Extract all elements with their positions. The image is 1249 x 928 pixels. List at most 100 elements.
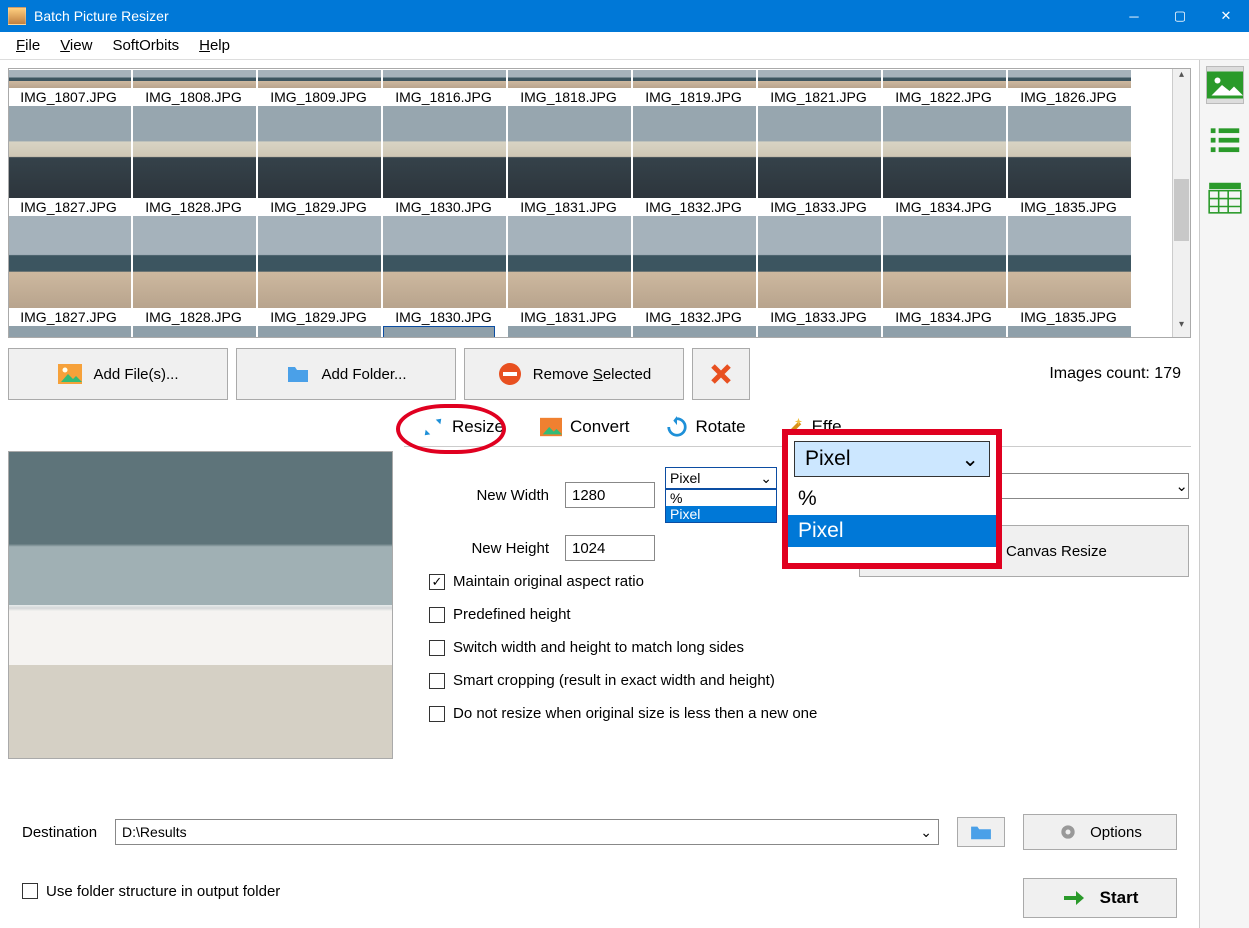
thumbnail-item[interactable]: IMG_1829.JPG: [257, 215, 382, 325]
view-list-button[interactable]: [1206, 122, 1244, 160]
thumbnail-item[interactable]: IMG_1834.JPG: [882, 215, 1007, 325]
remove-selected-button[interactable]: Remove Selected: [464, 348, 684, 400]
thumbnail-item[interactable]: IMG_1826.JPG: [1007, 69, 1132, 105]
thumbnail-item[interactable]: IMG_1833.JPG: [757, 105, 882, 215]
tab-convert[interactable]: Convert: [522, 408, 648, 446]
thumbnail-image: [258, 326, 381, 337]
menu-softorbits[interactable]: SoftOrbits: [102, 32, 189, 59]
thumbnail-image: [1008, 216, 1131, 308]
aspect-checkbox[interactable]: ✓: [429, 574, 445, 590]
thumbnail-item[interactable]: IMG_1828.JPG: [132, 215, 257, 325]
thumbnail-item[interactable]: IMG_1832.JPG: [632, 215, 757, 325]
thumbnail-item[interactable]: IMG_1821.JPG: [757, 69, 882, 105]
add-folder-button[interactable]: Add Folder...: [236, 348, 456, 400]
thumbnail-item[interactable]: IMG_1831.JPG: [507, 215, 632, 325]
thumbnail-item[interactable]: IMG_1816.JPG: [382, 69, 507, 105]
view-thumbnails-button[interactable]: [1206, 66, 1244, 104]
new-height-input[interactable]: [565, 535, 655, 561]
predef-checkbox[interactable]: [429, 607, 445, 623]
switch-checkbox[interactable]: [429, 640, 445, 656]
thumbnail-item[interactable]: [632, 325, 757, 337]
thumbnail-item[interactable]: IMG_1834.JPG: [882, 105, 1007, 215]
thumbnail-item[interactable]: IMG_1829.JPG: [257, 105, 382, 215]
thumbnail-item[interactable]: IMG_1832.JPG: [632, 105, 757, 215]
callout-select[interactable]: Pixel⌄: [794, 441, 990, 477]
tab-resize[interactable]: Resize: [404, 408, 522, 446]
maximize-button[interactable]: ▢: [1157, 0, 1203, 32]
convert-icon: [540, 416, 562, 438]
thumbnail-item[interactable]: IMG_1833.JPG: [757, 215, 882, 325]
thumbnail-item[interactable]: [757, 325, 882, 337]
thumbnail-item[interactable]: IMG_1819.JPG: [632, 69, 757, 105]
scroll-up-icon[interactable]: ▴: [1173, 69, 1190, 87]
switch-label: Switch width and height to match long si…: [453, 639, 744, 656]
grid-scrollbar[interactable]: ▴ ▾: [1172, 69, 1190, 337]
view-calendar-button[interactable]: [1206, 178, 1244, 216]
unit-percent-option[interactable]: %: [666, 490, 776, 506]
remove-all-button[interactable]: [692, 348, 750, 400]
smart-checkbox[interactable]: [429, 673, 445, 689]
thumbnail-image: [133, 70, 256, 88]
thumbnail-item[interactable]: IMG_1830.JPG: [382, 215, 507, 325]
minimize-button[interactable]: ─: [1111, 0, 1157, 32]
tab-rotate[interactable]: Rotate: [648, 408, 764, 446]
thumbnail-image: [883, 70, 1006, 88]
thumbnail-image: [758, 216, 881, 308]
menu-file[interactable]: File: [6, 32, 50, 59]
thumbnail-filename: IMG_1829.JPG: [257, 309, 380, 325]
thumbnail-item[interactable]: [9, 325, 132, 337]
menubar: File View SoftOrbits Help: [0, 32, 1249, 60]
callout-opt-pixel[interactable]: Pixel: [788, 515, 996, 547]
thumbnail-item[interactable]: IMG_1822.JPG: [882, 69, 1007, 105]
menu-help[interactable]: Help: [189, 32, 240, 59]
width-unit-dropdown: % Pixel: [665, 489, 777, 523]
add-files-label: Add File(s)...: [93, 366, 178, 383]
thumbnail-item[interactable]: IMG_1807.JPG: [9, 69, 132, 105]
thumbnail-item[interactable]: [507, 325, 632, 337]
thumbnail-item[interactable]: IMG_1835.JPG: [1007, 105, 1132, 215]
new-width-input[interactable]: [565, 482, 655, 508]
thumbnail-image: [258, 216, 381, 308]
tab-convert-label: Convert: [570, 417, 630, 437]
thumbnail-item[interactable]: IMG_1828.JPG: [132, 105, 257, 215]
thumbnail-image: [508, 106, 631, 198]
thumbnail-image: [133, 326, 256, 337]
start-button[interactable]: Start: [1023, 878, 1177, 918]
thumbnail-filename: IMG_1826.JPG: [1007, 89, 1130, 105]
thumbnail-item[interactable]: IMG_1809.JPG: [257, 69, 382, 105]
image-icon: [57, 362, 83, 386]
noresize-checkbox[interactable]: [429, 706, 445, 722]
folder-struct-checkbox[interactable]: [22, 883, 38, 899]
thumbnail-item[interactable]: [382, 325, 507, 337]
add-files-button[interactable]: Add File(s)...: [8, 348, 228, 400]
menu-view[interactable]: View: [50, 32, 102, 59]
thumbnail-item[interactable]: IMG_1818.JPG: [507, 69, 632, 105]
thumbnail-filename: IMG_1835.JPG: [1007, 199, 1130, 215]
aspect-label: Maintain original aspect ratio: [453, 573, 644, 590]
thumbnail-filename: IMG_1833.JPG: [757, 199, 880, 215]
thumbnail-item[interactable]: [1007, 325, 1132, 337]
options-button[interactable]: Options: [1023, 814, 1177, 850]
window-title: Batch Picture Resizer: [34, 8, 1111, 24]
thumbnail-item[interactable]: [882, 325, 1007, 337]
browse-button[interactable]: [957, 817, 1005, 847]
thumbnail-item[interactable]: IMG_1827.JPG: [9, 105, 132, 215]
right-sidebar: [1199, 60, 1249, 928]
destination-input[interactable]: D:\Results⌄: [115, 819, 939, 845]
thumbnail-item[interactable]: IMG_1830.JPG: [382, 105, 507, 215]
scroll-down-icon[interactable]: ▾: [1173, 319, 1190, 337]
callout-opt-percent[interactable]: %: [788, 483, 996, 515]
width-unit-select[interactable]: Pixel⌄: [665, 467, 777, 489]
scroll-thumb[interactable]: [1174, 179, 1189, 241]
thumbnail-item[interactable]: IMG_1827.JPG: [9, 215, 132, 325]
thumbnail-image: [633, 106, 756, 198]
thumbnail-filename: IMG_1828.JPG: [132, 309, 255, 325]
close-button[interactable]: ✕: [1203, 0, 1249, 32]
thumbnail-item[interactable]: IMG_1808.JPG: [132, 69, 257, 105]
thumbnail-item[interactable]: IMG_1831.JPG: [507, 105, 632, 215]
thumbnail-item[interactable]: [132, 325, 257, 337]
thumbnail-item[interactable]: [257, 325, 382, 337]
unit-pixel-option[interactable]: Pixel: [666, 506, 776, 522]
thumbnail-item[interactable]: IMG_1835.JPG: [1007, 215, 1132, 325]
no-entry-icon: [497, 362, 523, 386]
